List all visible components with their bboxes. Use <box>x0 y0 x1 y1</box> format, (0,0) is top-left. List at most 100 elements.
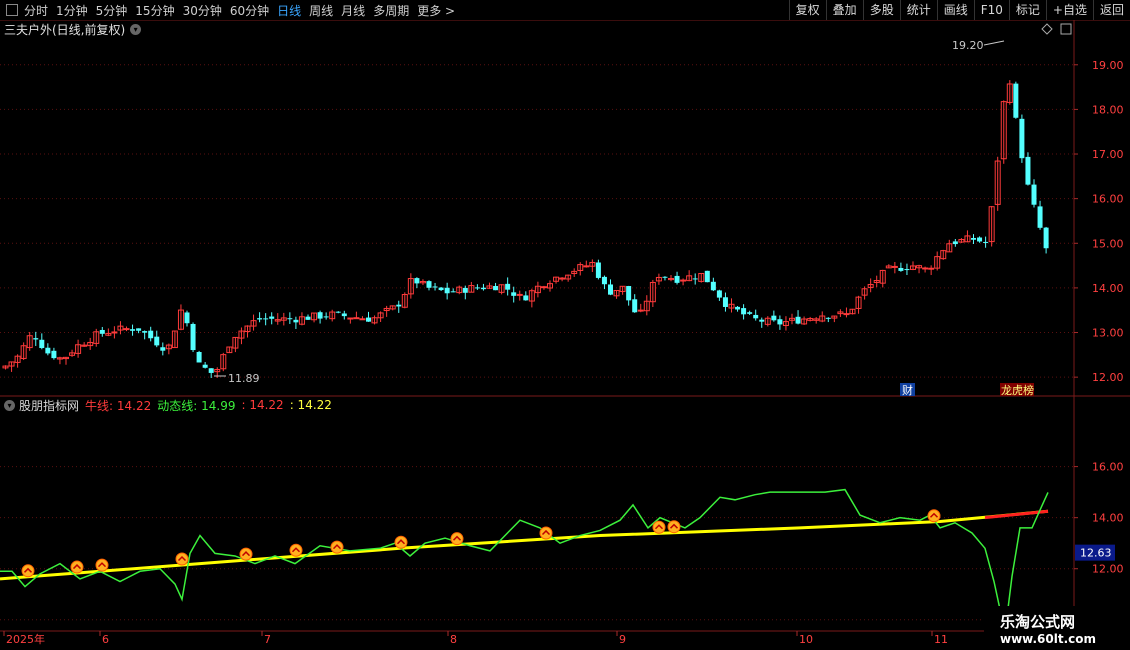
candle-body-down[interactable] <box>335 311 341 313</box>
candle-body-up[interactable] <box>928 267 935 270</box>
candle-body-down[interactable] <box>480 287 486 290</box>
candle-body-down[interactable] <box>287 318 293 320</box>
candle-body-up[interactable] <box>359 318 366 321</box>
candle-body-down[interactable] <box>662 276 668 278</box>
candle-body-up[interactable] <box>843 313 850 316</box>
candle-body-down[interactable] <box>704 270 710 283</box>
candle-body-down[interactable] <box>674 275 680 283</box>
buy-signal-marker[interactable] <box>927 509 941 523</box>
candle-body-down[interactable] <box>154 336 160 346</box>
candle-body-down[interactable] <box>1013 83 1019 118</box>
buy-signal-marker[interactable] <box>70 560 84 574</box>
candle-body-down[interactable] <box>99 329 105 334</box>
candle-body-down[interactable] <box>45 347 51 354</box>
candle-body-down[interactable] <box>735 306 741 310</box>
candle-body-up[interactable] <box>123 328 130 331</box>
candle-body-down[interactable] <box>710 281 716 291</box>
candle-body-up[interactable] <box>347 317 354 320</box>
candle-body-down[interactable] <box>741 308 747 315</box>
candle-body-down[interactable] <box>1031 184 1037 205</box>
candle-body-down[interactable] <box>692 278 698 280</box>
candle-body-down[interactable] <box>142 331 148 333</box>
candle-body-down[interactable] <box>977 237 983 242</box>
candle-body-down[interactable] <box>474 287 480 289</box>
candle-body-down[interactable] <box>971 237 976 240</box>
candle-body-down[interactable] <box>160 347 166 351</box>
candle-body-down[interactable] <box>632 299 638 313</box>
diamond-icon[interactable] <box>1041 23 1053 35</box>
candle-body-down[interactable] <box>341 313 347 317</box>
candle-body-down[interactable] <box>39 339 45 349</box>
candle-body-up[interactable] <box>583 265 590 268</box>
candle-body-down[interactable] <box>426 281 432 288</box>
candle-body-up[interactable] <box>353 317 360 320</box>
candle-body-down[interactable] <box>523 295 529 301</box>
candle-body-down[interactable] <box>983 241 989 243</box>
candle-body-down[interactable] <box>511 292 517 296</box>
stock-chart[interactable]: 19.00 18.00 17.00 16.00 15.00 14.00 13.00 12.00… <box>0 0 1130 650</box>
candle-body-down[interactable] <box>366 317 371 322</box>
panel-icon[interactable] <box>1060 23 1072 35</box>
candle-body-down[interactable] <box>196 351 202 363</box>
candle-body-down[interactable] <box>601 276 607 285</box>
candle-body-down[interactable] <box>771 315 777 321</box>
candle-body-down[interactable] <box>305 316 311 320</box>
candle-body-down[interactable] <box>184 312 190 324</box>
candle-body-down[interactable] <box>1025 156 1031 185</box>
candle-body-down[interactable] <box>595 262 601 278</box>
buy-signal-marker[interactable] <box>21 564 35 578</box>
candle-body-down[interactable] <box>759 319 765 322</box>
candle-body-up[interactable] <box>540 286 547 289</box>
candle-body-down[interactable] <box>777 319 783 325</box>
buy-signal-marker[interactable] <box>175 552 189 566</box>
candle-body-down[interactable] <box>293 319 299 323</box>
candle-body-down[interactable] <box>1037 206 1043 228</box>
candle-body-down[interactable] <box>898 267 904 271</box>
buy-signal-marker[interactable] <box>394 535 408 549</box>
buy-signal-marker[interactable] <box>450 532 464 546</box>
candle-body-down[interactable] <box>1019 118 1025 159</box>
candle-body-down[interactable] <box>432 286 438 288</box>
candle-body-down[interactable] <box>202 364 208 368</box>
buy-signal-marker[interactable] <box>95 558 109 572</box>
candle-body-down[interactable] <box>263 318 269 320</box>
candle-body-up[interactable] <box>111 331 118 334</box>
buy-signal-marker[interactable] <box>330 540 344 554</box>
candle-body-down[interactable] <box>208 368 214 373</box>
candle-body-down[interactable] <box>190 323 196 351</box>
candle-body-down[interactable] <box>269 316 275 319</box>
candle-body-down[interactable] <box>462 287 468 293</box>
candle-body-down[interactable] <box>952 241 958 245</box>
candle-body-down[interactable] <box>722 297 728 307</box>
buy-signal-marker[interactable] <box>539 526 553 540</box>
candle-body-down[interactable] <box>716 290 722 298</box>
candle-body-down[interactable] <box>257 318 263 320</box>
candle-body-down[interactable] <box>136 328 142 331</box>
candle-body-down[interactable] <box>753 314 759 319</box>
candle-body-down[interactable] <box>1043 227 1049 249</box>
candle-body-down[interactable] <box>450 291 456 293</box>
candle-body-down[interactable] <box>626 286 632 301</box>
candle-body-up[interactable] <box>516 293 523 296</box>
candle-body-down[interactable] <box>608 284 613 295</box>
candle-body-down[interactable] <box>493 286 499 291</box>
candle-body-down[interactable] <box>438 287 444 291</box>
candle-body-down[interactable] <box>747 312 753 314</box>
candle-body-up[interactable] <box>680 279 687 282</box>
candle-body-down[interactable] <box>33 338 39 340</box>
candle-body-down[interactable] <box>317 312 323 319</box>
candle-body-down[interactable] <box>148 330 154 339</box>
candle-body-up[interactable] <box>637 309 644 312</box>
buy-signal-marker[interactable] <box>667 520 681 534</box>
buy-signal-marker[interactable] <box>652 520 666 534</box>
candle-body-down[interactable] <box>323 316 329 318</box>
candle-body-down[interactable] <box>825 317 831 319</box>
candle-body-down[interactable] <box>904 269 910 271</box>
candle-body-down[interactable] <box>505 283 511 290</box>
candle-body-down[interactable] <box>414 278 420 284</box>
candle-body-down[interactable] <box>396 304 402 307</box>
candle-body-down[interactable] <box>130 329 136 331</box>
candle-body-up[interactable] <box>891 265 898 268</box>
candle-body-down[interactable] <box>795 316 801 324</box>
buy-signal-marker[interactable] <box>239 547 253 561</box>
